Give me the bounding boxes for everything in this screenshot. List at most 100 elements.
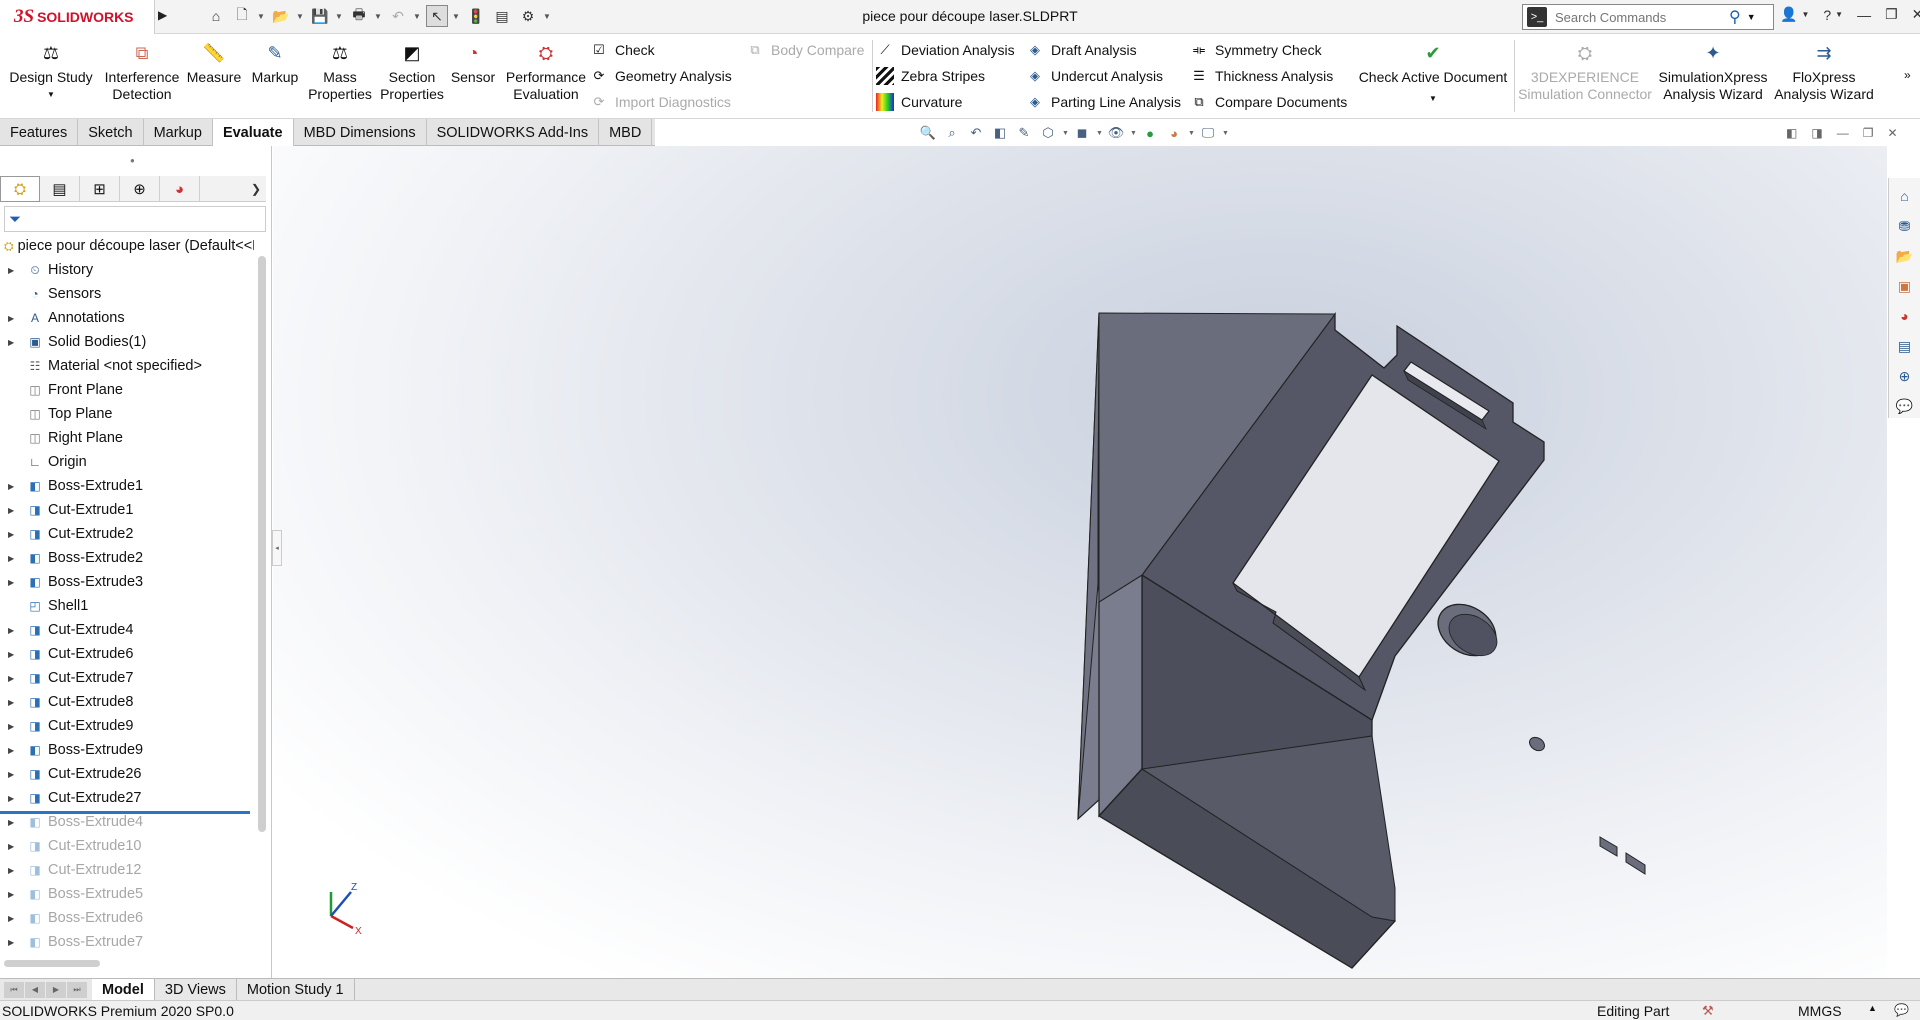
solidworks-forum-icon[interactable]: ⊕ xyxy=(1894,364,1916,388)
expand-arrow-icon[interactable]: ▶ xyxy=(8,650,20,659)
file-properties-icon[interactable]: ▤ xyxy=(491,5,513,27)
close-icon[interactable]: ✕ xyxy=(1912,6,1920,23)
floxpress-button[interactable]: ⇉ FloXpress Analysis Wizard xyxy=(1772,40,1876,103)
tile-left-icon[interactable]: ◧ xyxy=(1786,126,1797,140)
user-icon[interactable]: 👤 xyxy=(1780,6,1797,23)
markup-comments-icon[interactable]: 💬 xyxy=(1894,394,1916,418)
display-style-icon[interactable]: ◼ xyxy=(1072,123,1092,143)
rebuild-status-icon[interactable]: ⚒ xyxy=(1702,1003,1714,1019)
display-manager-tab-icon[interactable]: ◕ xyxy=(160,176,200,202)
design-study-button[interactable]: ⚖ Design Study ▼ xyxy=(8,40,94,103)
tree-item[interactable]: ◫ Front Plane xyxy=(0,378,254,402)
tree-item[interactable]: ▶ ◨ Cut-Extrude7 xyxy=(0,666,254,690)
tree-item[interactable]: ◫ Top Plane xyxy=(0,402,254,426)
search-commands-input[interactable] xyxy=(1555,9,1725,25)
simulationxpress-button[interactable]: ✦ SimulationXpress Analysis Wizard xyxy=(1656,40,1770,103)
user-dropdown-icon[interactable]: ▼ xyxy=(1801,10,1809,19)
undercut-analysis-button[interactable]: ◈ Undercut Analysis xyxy=(1026,65,1163,87)
tree-item[interactable]: ▶ A Annotations xyxy=(0,306,254,330)
tree-item[interactable]: ▶ ◨ Cut-Extrude26 xyxy=(0,762,254,786)
tree-vertical-scrollbar[interactable] xyxy=(258,256,266,832)
rebuild-traffic-light-icon[interactable]: 🚦 xyxy=(465,5,487,27)
expand-arrow-icon[interactable]: ▶ xyxy=(8,482,20,491)
apply-scene-icon[interactable]: ◕ xyxy=(1164,123,1184,143)
custom-properties-icon[interactable]: ▤ xyxy=(1894,334,1916,358)
home-icon[interactable]: ⌂ xyxy=(205,5,227,27)
display-style-dropdown-icon[interactable]: ▼ xyxy=(1096,130,1103,137)
tree-item[interactable]: ▶ ◨ Cut-Extrude10 xyxy=(0,834,254,858)
dimxpert-manager-tab-icon[interactable]: ⊕ xyxy=(120,176,160,202)
expand-arrow-icon[interactable]: ▶ xyxy=(8,794,20,803)
expand-arrow-icon[interactable]: ▶ xyxy=(8,746,20,755)
save-dropdown-icon[interactable]: ▼ xyxy=(335,12,344,21)
file-explorer-icon[interactable]: 📂 xyxy=(1894,244,1916,268)
tab-features[interactable]: Features xyxy=(0,119,79,146)
restore-icon[interactable]: ❐ xyxy=(1885,6,1898,23)
draft-analysis-button[interactable]: ◈ Draft Analysis xyxy=(1026,39,1137,61)
tree-item[interactable]: ▶ ◨ Cut-Extrude2 xyxy=(0,522,254,546)
solidworks-resources-icon[interactable]: ⌂ xyxy=(1894,184,1916,208)
unit-system[interactable]: MMGS xyxy=(1798,1003,1842,1019)
part-model[interactable] xyxy=(273,146,1887,978)
help-dropdown-icon[interactable]: ▼ xyxy=(1835,10,1843,19)
print-icon[interactable]: 🖶 xyxy=(348,5,370,27)
view-settings-icon[interactable]: 🖵 xyxy=(1198,123,1218,143)
feature-manager-tab-icon[interactable]: ⛭ xyxy=(0,176,40,202)
tree-root-part[interactable]: ⛭ piece pour découpe laser (Default<<Def… xyxy=(0,234,254,258)
zoom-to-area-icon[interactable]: ⌕ xyxy=(942,123,962,143)
expand-arrow-icon[interactable]: ▶ xyxy=(8,530,20,539)
tree-item[interactable]: ▶ ◧ Boss-Extrude2 xyxy=(0,546,254,570)
panel-splitter-handle-icon[interactable]: ◂ xyxy=(272,530,282,566)
design-library-icon[interactable]: ⛃ xyxy=(1894,214,1916,238)
edit-appearance-icon[interactable]: ● xyxy=(1140,123,1160,143)
tree-item[interactable]: ◔ Sensors xyxy=(0,282,254,306)
tree-item[interactable]: ◫ Right Plane xyxy=(0,426,254,450)
tree-item[interactable]: ▶ ◧ Boss-Extrude6 xyxy=(0,906,254,930)
tree-item[interactable]: ▶ ◨ Cut-Extrude9 xyxy=(0,714,254,738)
tab-markup[interactable]: Markup xyxy=(144,119,213,146)
tree-item[interactable]: ▶ ◧ Boss-Extrude7 xyxy=(0,930,254,954)
tab-solidworks-addins[interactable]: SOLIDWORKS Add-Ins xyxy=(427,119,600,146)
tree-item[interactable]: ▶ ◧ Boss-Extrude9 xyxy=(0,738,254,762)
tree-filter[interactable]: ⏷ xyxy=(4,206,266,232)
print-dropdown-icon[interactable]: ▼ xyxy=(374,12,383,21)
hide-show-dropdown-icon[interactable]: ▼ xyxy=(1130,130,1137,137)
panel-collapse-handle-icon[interactable]: ● xyxy=(130,156,135,165)
expand-arrow-icon[interactable]: ▶ xyxy=(8,626,20,635)
expand-arrow-icon[interactable]: ▶ xyxy=(8,674,20,683)
unit-system-dropdown-icon[interactable]: ▲ xyxy=(1868,1003,1877,1013)
tree-item[interactable]: ☷ Material <not specified> xyxy=(0,354,254,378)
expand-arrow-icon[interactable]: ▶ xyxy=(8,554,20,563)
sensor-button[interactable]: ◔ Sensor xyxy=(450,40,496,86)
expand-arrow-icon[interactable]: ▶ xyxy=(8,938,20,947)
open-dropdown-icon[interactable]: ▼ xyxy=(296,12,305,21)
tab-model[interactable]: Model xyxy=(92,978,155,1001)
new-dropdown-icon[interactable]: ▼ xyxy=(257,12,266,21)
manager-tabs-expand-icon[interactable]: ❯ xyxy=(246,176,266,201)
property-manager-tab-icon[interactable]: ▤ xyxy=(40,176,80,202)
prev-tab-icon[interactable]: ◀ xyxy=(25,981,45,998)
markup-button[interactable]: ✎ Markup xyxy=(246,40,304,86)
zoom-to-fit-icon[interactable]: 🔍 xyxy=(918,123,938,143)
tab-mbd-dimensions[interactable]: MBD Dimensions xyxy=(294,119,427,146)
parting-line-analysis-button[interactable]: ◈ Parting Line Analysis xyxy=(1026,91,1181,113)
tree-item[interactable]: ▶ ▣ Solid Bodies(1) xyxy=(0,330,254,354)
view-orientation-icon[interactable]: ⬡ xyxy=(1038,123,1058,143)
help-icon[interactable]: ? xyxy=(1823,7,1831,23)
ribbon-overflow-icon[interactable]: » xyxy=(1904,64,1911,86)
search-dropdown-icon[interactable]: ▼ xyxy=(1747,12,1756,22)
deviation-analysis-button[interactable]: ⟋ Deviation Analysis xyxy=(876,39,1014,61)
tree-item[interactable]: ▶ ◧ Boss-Extrude5 xyxy=(0,882,254,906)
geometry-analysis-button[interactable]: ⟳ Geometry Analysis xyxy=(590,65,732,87)
expand-arrow-icon[interactable]: ▶ xyxy=(8,842,20,851)
expand-arrow-icon[interactable]: ▶ xyxy=(8,266,20,275)
doc-restore-icon[interactable]: ❐ xyxy=(1863,126,1874,140)
apply-scene-dropdown-icon[interactable]: ▼ xyxy=(1188,130,1195,137)
undo-dropdown-icon[interactable]: ▼ xyxy=(413,12,422,21)
view-orientation-dropdown-icon[interactable]: ▼ xyxy=(1062,130,1069,137)
undo-icon[interactable]: ↶ xyxy=(387,5,409,27)
tile-right-icon[interactable]: ◨ xyxy=(1811,126,1822,140)
thickness-analysis-button[interactable]: ☰ Thickness Analysis xyxy=(1190,65,1333,87)
3dexperience-connector-button[interactable]: ⛭ 3DEXPERIENCE Simulation Connector xyxy=(1516,40,1654,103)
last-tab-icon[interactable]: ⏭ xyxy=(67,981,87,998)
